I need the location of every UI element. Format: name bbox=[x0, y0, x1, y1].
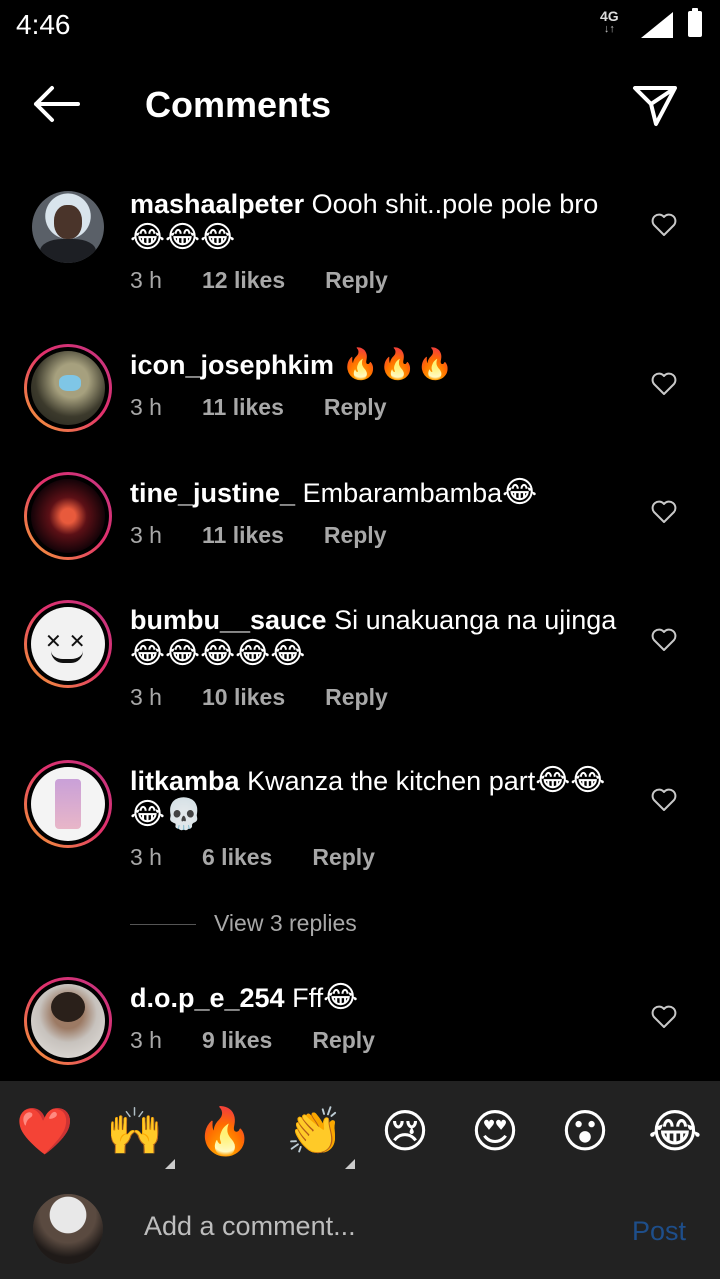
likes-count[interactable]: 12 likes bbox=[202, 267, 285, 294]
status-time: 4:46 bbox=[16, 9, 71, 40]
comment-time: 3 h bbox=[130, 1027, 162, 1053]
heart-eyes-emoji-button[interactable]: 😍 bbox=[465, 1101, 525, 1161]
comment-meta: 3 h 6 likes Reply bbox=[130, 844, 375, 871]
avatar[interactable] bbox=[24, 977, 112, 1065]
heart-icon[interactable] bbox=[651, 500, 677, 524]
skin-tone-indicator-icon bbox=[345, 1159, 355, 1169]
heart-emoji-button[interactable]: ❤️ bbox=[15, 1101, 75, 1161]
comment-time: 3 h bbox=[130, 844, 162, 870]
comment-meta: 3 h 11 likes Reply bbox=[130, 522, 387, 549]
comment-emoji: 😂😂😂😂😂 bbox=[130, 637, 306, 670]
comment-meta: 3 h 9 likes Reply bbox=[130, 1027, 375, 1054]
comment-emoji: 😂 bbox=[502, 476, 538, 509]
network-indicator: 4G ↓↑ bbox=[600, 8, 619, 36]
comment-input[interactable] bbox=[144, 1211, 594, 1242]
comment-username[interactable]: d.o.p_e_254 bbox=[130, 983, 285, 1013]
likes-count[interactable]: 11 likes bbox=[202, 394, 284, 421]
quick-emoji-bar: ❤️ 🙌 🔥 👏 😢 😍 😮 😂 bbox=[0, 1101, 720, 1171]
comment-username[interactable]: bumbu__sauce bbox=[130, 605, 327, 635]
reply-button[interactable]: Reply bbox=[312, 844, 375, 871]
comment-emoji: 😂 bbox=[323, 981, 359, 1014]
network-activity-icon: ↓↑ bbox=[603, 23, 615, 35]
comment-message: Embarambamba bbox=[302, 478, 503, 508]
comment-text: tine_justine_ Embarambamba😂 bbox=[130, 476, 630, 510]
clapping-emoji: 👏 bbox=[286, 1105, 344, 1157]
crying-emoji-button[interactable]: 😢 bbox=[375, 1101, 435, 1161]
comment-username[interactable]: tine_justine_ bbox=[130, 478, 295, 508]
view-replies-link[interactable]: View 3 replies bbox=[130, 910, 357, 937]
likes-count[interactable]: 9 likes bbox=[202, 1027, 272, 1054]
comment-username[interactable]: icon_josephkim bbox=[130, 350, 334, 380]
comment-username[interactable]: litkamba bbox=[130, 766, 240, 796]
fire-emoji-button[interactable]: 🔥 bbox=[195, 1101, 255, 1161]
comment-time: 3 h bbox=[130, 267, 162, 293]
post-button[interactable]: Post bbox=[632, 1216, 686, 1247]
network-type: 4G bbox=[600, 8, 619, 24]
signal-icon bbox=[641, 12, 673, 38]
raised-hands-emoji-button[interactable]: 🙌 bbox=[105, 1101, 175, 1169]
app-bar: Comments bbox=[0, 60, 720, 150]
avatar[interactable] bbox=[24, 472, 112, 560]
heart-icon[interactable] bbox=[651, 372, 677, 396]
clapping-emoji-button[interactable]: 👏 bbox=[285, 1101, 355, 1169]
comment-time: 3 h bbox=[130, 394, 162, 420]
surprised-emoji-button[interactable]: 😮 bbox=[555, 1101, 615, 1161]
comment-text: bumbu__sauce Si unakuanga na ujinga 😂😂😂😂… bbox=[130, 604, 630, 671]
comment-text: d.o.p_e_254 Fff😂 bbox=[130, 981, 630, 1015]
reply-button[interactable]: Reply bbox=[325, 684, 388, 711]
comment-emoji: 😂😂😂 bbox=[130, 221, 236, 254]
comment-message: Oooh shit..pole pole bro bbox=[311, 189, 599, 219]
comment-username[interactable]: mashaalpeter bbox=[130, 189, 304, 219]
status-bar: 4:46 4G ↓↑ bbox=[0, 0, 720, 52]
heart-icon[interactable] bbox=[651, 1005, 677, 1029]
view-replies-label: View 3 replies bbox=[214, 910, 357, 936]
raised-hands-emoji: 🙌 bbox=[106, 1105, 164, 1157]
comment-emoji: 🔥🔥🔥 bbox=[341, 348, 454, 381]
comment-message: Fff bbox=[292, 983, 324, 1013]
heart-icon[interactable] bbox=[651, 788, 677, 812]
reply-button[interactable]: Reply bbox=[324, 522, 387, 549]
avatar[interactable] bbox=[24, 344, 112, 432]
likes-count[interactable]: 6 likes bbox=[202, 844, 272, 871]
reply-button[interactable]: Reply bbox=[325, 267, 388, 294]
comment-time: 3 h bbox=[130, 522, 162, 548]
replies-divider bbox=[130, 924, 196, 926]
reply-button[interactable]: Reply bbox=[312, 1027, 375, 1054]
reply-button[interactable]: Reply bbox=[324, 394, 387, 421]
comment-text: icon_josephkim 🔥🔥🔥 bbox=[130, 348, 630, 382]
avatar[interactable] bbox=[24, 760, 112, 848]
back-arrow-icon[interactable] bbox=[30, 84, 82, 124]
page-title: Comments bbox=[145, 84, 332, 125]
comment-text: mashaalpeter Oooh shit..pole pole bro 😂😂… bbox=[130, 188, 630, 255]
avatar[interactable] bbox=[32, 191, 104, 263]
share-send-icon[interactable] bbox=[630, 80, 680, 130]
comment-text: litkamba Kwanza the kitchen part😂😂😂💀 bbox=[130, 764, 630, 832]
comment-meta: 3 h 10 likes Reply bbox=[130, 684, 388, 711]
heart-icon[interactable] bbox=[651, 628, 677, 652]
likes-count[interactable]: 10 likes bbox=[202, 684, 285, 711]
comment-message: Kwanza the kitchen part bbox=[247, 766, 536, 796]
comment-time: 3 h bbox=[130, 684, 162, 710]
comment-message: Si unakuanga na ujinga bbox=[334, 605, 617, 635]
laughing-emoji-button[interactable]: 😂 bbox=[645, 1101, 705, 1161]
likes-count[interactable]: 11 likes bbox=[202, 522, 284, 549]
battery-icon bbox=[688, 8, 702, 37]
heart-icon[interactable] bbox=[651, 213, 677, 237]
current-user-avatar bbox=[33, 1194, 103, 1264]
comment-meta: 3 h 12 likes Reply bbox=[130, 267, 388, 294]
comment-composer-panel: ❤️ 🙌 🔥 👏 😢 😍 😮 😂 Post bbox=[0, 1081, 720, 1279]
comment-meta: 3 h 11 likes Reply bbox=[130, 394, 387, 421]
skin-tone-indicator-icon bbox=[165, 1159, 175, 1169]
avatar[interactable]: ✕ ✕ bbox=[24, 600, 112, 688]
